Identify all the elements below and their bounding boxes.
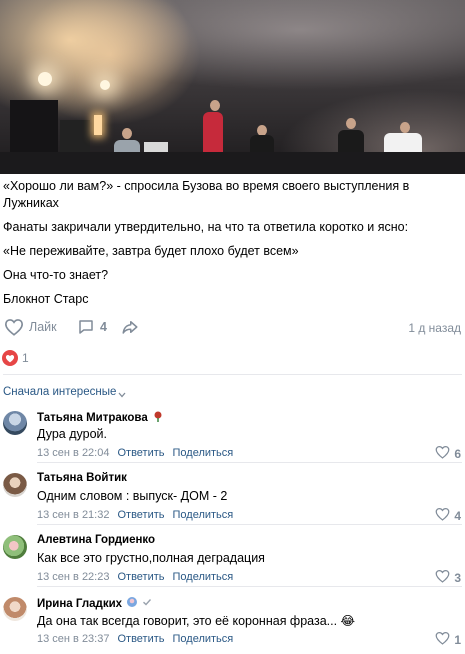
comment-meta: 13 сен в 21:32 Ответить Поделиться bbox=[37, 509, 233, 521]
stage-speaker bbox=[10, 100, 58, 160]
comments-sort[interactable]: Сначала интересные bbox=[0, 375, 465, 401]
post-paragraph: Блокнот Старс bbox=[3, 292, 89, 306]
user-emoji-icon bbox=[126, 596, 138, 611]
like-label: Лайк bbox=[29, 320, 57, 334]
stage-light bbox=[100, 80, 110, 90]
heart-outline-icon bbox=[435, 631, 450, 648]
post-time[interactable]: 1 д назад bbox=[408, 321, 461, 335]
performer-head bbox=[210, 100, 220, 111]
comment-text: Одним словом : выпуск- ДОМ - 2 bbox=[37, 489, 228, 503]
comment-date[interactable]: 13 сен в 22:23 bbox=[37, 571, 109, 583]
comment-like-button[interactable]: 4 bbox=[435, 507, 461, 524]
post-paragraph: Фанаты закричали утвердительно, на что т… bbox=[3, 220, 409, 234]
likes-summary[interactable]: 1 bbox=[0, 344, 465, 374]
heart-outline-icon bbox=[435, 507, 450, 524]
post-text: «Хорошо ли вам?» - спросила Бузова во вр… bbox=[0, 178, 465, 308]
share-link[interactable]: Поделиться bbox=[173, 633, 234, 645]
share-link[interactable]: Поделиться bbox=[173, 447, 234, 459]
comment-text: Да она так всегда говорит, это её коронн… bbox=[37, 614, 356, 628]
avatar[interactable] bbox=[3, 535, 27, 559]
post-paragraph: «Не переживайте, завтра будет плохо буде… bbox=[3, 244, 299, 258]
comment-like-button[interactable]: 1 bbox=[435, 631, 461, 648]
verified-check-icon bbox=[142, 597, 152, 610]
likes-count: 1 bbox=[22, 351, 29, 365]
comment-author[interactable]: Алевтина Гордиенко bbox=[37, 534, 155, 546]
stage-light bbox=[38, 72, 52, 86]
comment-date[interactable]: 13 сен в 21:32 bbox=[37, 509, 109, 521]
comment-like-count: 1 bbox=[454, 632, 461, 647]
like-button[interactable]: Лайк bbox=[4, 318, 57, 336]
post-photo[interactable] bbox=[0, 0, 465, 174]
heart-outline-icon bbox=[435, 445, 450, 462]
share-icon bbox=[121, 318, 139, 336]
comment-author[interactable]: Татьяна Митракова bbox=[37, 410, 164, 425]
comment-author[interactable]: Ирина Гладких bbox=[37, 596, 152, 611]
comment-meta: 13 сен в 23:37 Ответить Поделиться bbox=[37, 633, 233, 645]
performer-singer bbox=[203, 112, 223, 156]
chevron-down-icon bbox=[118, 389, 126, 401]
rose-emoji-icon bbox=[152, 410, 164, 425]
comment-text: Дура дурой. bbox=[37, 427, 107, 441]
comment: Алевтина Гордиенко Как все это грустно,п… bbox=[0, 525, 465, 587]
comment: Татьяна Митракова Дура дурой. 13 сен в 2… bbox=[0, 401, 465, 463]
dancer-head bbox=[400, 122, 410, 133]
reply-link[interactable]: Ответить bbox=[117, 571, 164, 583]
heart-outline-icon bbox=[4, 318, 24, 336]
share-button[interactable] bbox=[121, 318, 139, 336]
reply-link[interactable]: Ответить bbox=[117, 447, 164, 459]
comment: Ирина Гладких Да она так всегда говорит,… bbox=[0, 587, 465, 649]
avatar[interactable] bbox=[3, 597, 27, 621]
crew-head bbox=[122, 128, 132, 139]
post-paragraph: Она что-то знает? bbox=[3, 268, 109, 282]
sort-label: Сначала интересные bbox=[3, 386, 117, 398]
comment-text: Как все это грустно,полная деградация bbox=[37, 551, 265, 565]
dancer-head bbox=[346, 118, 356, 129]
comment-like-count: 6 bbox=[454, 446, 461, 461]
comment-like-button[interactable]: 6 bbox=[435, 445, 461, 462]
stage-floor bbox=[0, 152, 465, 174]
reply-link[interactable]: Ответить bbox=[117, 509, 164, 521]
share-link[interactable]: Поделиться bbox=[173, 509, 234, 521]
comment-date[interactable]: 13 сен в 23:37 bbox=[37, 633, 109, 645]
heart-outline-icon bbox=[435, 569, 450, 586]
comment-date[interactable]: 13 сен в 22:04 bbox=[37, 447, 109, 459]
comment-like-count: 4 bbox=[454, 508, 461, 523]
avatar[interactable] bbox=[3, 411, 27, 435]
avatar[interactable] bbox=[3, 473, 27, 497]
share-link[interactable]: Поделиться bbox=[173, 571, 234, 583]
comment-icon bbox=[77, 318, 95, 336]
reply-link[interactable]: Ответить bbox=[117, 633, 164, 645]
comment-like-button[interactable]: 3 bbox=[435, 569, 461, 586]
comment: Татьяна Войтик Одним словом : выпуск- ДО… bbox=[0, 463, 465, 525]
comment-meta: 13 сен в 22:23 Ответить Поделиться bbox=[37, 571, 233, 583]
comment-author[interactable]: Татьяна Войтик bbox=[37, 472, 127, 484]
comment-count: 4 bbox=[100, 320, 107, 334]
comment-meta: 13 сен в 22:04 Ответить Поделиться bbox=[37, 447, 233, 459]
heart-filled-icon bbox=[2, 350, 18, 366]
comment-button[interactable]: 4 bbox=[77, 318, 107, 336]
post-paragraph: «Хорошо ли вам?» - спросила Бузова во вр… bbox=[3, 179, 410, 210]
stage-lamp bbox=[94, 115, 102, 135]
comment-like-count: 3 bbox=[454, 570, 461, 585]
post-actions: Лайк 4 1 д назад bbox=[0, 308, 465, 344]
